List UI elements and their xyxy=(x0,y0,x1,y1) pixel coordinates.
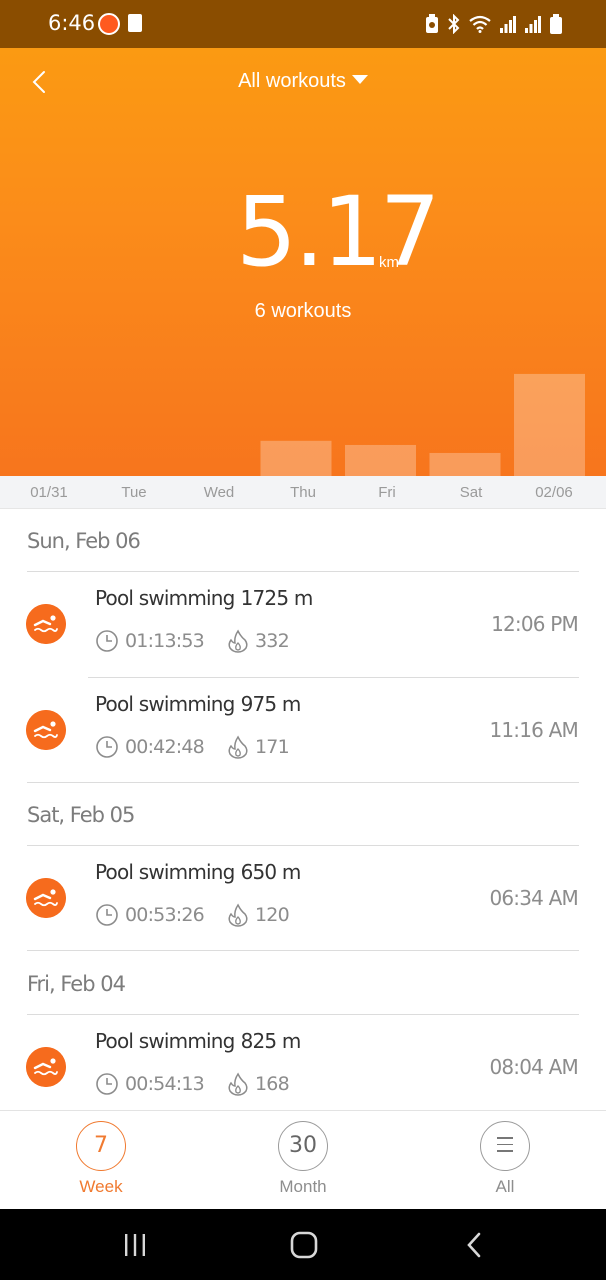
date-header: Fri, Feb 04 xyxy=(27,972,126,996)
swimming-icon xyxy=(26,878,66,918)
clock-icon xyxy=(96,630,118,652)
workout-list[interactable]: Sun, Feb 06 Pool swimming 1725 m 01:13:53… xyxy=(0,509,606,1110)
all-badge xyxy=(480,1121,530,1171)
app-notification-icon xyxy=(98,13,120,35)
day-label: Wed xyxy=(203,484,235,501)
battery-icon xyxy=(550,14,562,34)
workout-calories: 171 xyxy=(227,734,290,760)
total-distance-value: 5.17 xyxy=(236,176,441,288)
divider xyxy=(27,950,579,951)
day-label: 02/06 xyxy=(535,484,573,501)
workout-distance: 1725 m xyxy=(240,586,314,610)
workout-calories: 120 xyxy=(227,902,290,928)
workout-type: Pool swimming xyxy=(95,692,235,716)
caret-down-icon xyxy=(351,75,368,85)
chart-bar-Sat xyxy=(429,452,501,476)
workout-duration: 01:13:53 xyxy=(95,628,205,654)
week-badge: 7 xyxy=(76,1121,126,1171)
filter-label: All workouts xyxy=(238,70,346,92)
workout-type: Pool swimming xyxy=(95,586,235,610)
status-bar: 6:46 xyxy=(0,0,606,48)
workout-distance: 650 m xyxy=(240,860,302,884)
workout-count: 6 workouts xyxy=(254,300,352,322)
month-badge: 30 xyxy=(278,1121,328,1171)
signal-icon xyxy=(525,16,541,33)
workout-row[interactable]: Pool swimming 975 m 00:42:48 171 11:16 AM xyxy=(0,678,606,783)
workout-type: Pool swimming xyxy=(95,1029,235,1053)
workout-title: Pool swimming 1725 m xyxy=(95,586,313,610)
date-header: Sat, Feb 05 xyxy=(27,803,135,827)
workout-time: 06:34 AM xyxy=(489,886,578,910)
workout-title: Pool swimming 975 m xyxy=(95,692,301,716)
workout-calories: 168 xyxy=(227,1071,290,1097)
calories-value: 120 xyxy=(255,904,290,926)
day-axis: 01/31 Tue Wed Thu Fri Sat 02/06 xyxy=(0,476,606,509)
workout-filter-dropdown[interactable]: All workouts xyxy=(0,70,606,93)
workout-time: 12:06 PM xyxy=(491,612,579,636)
day-label: Thu xyxy=(290,484,316,501)
workout-time: 08:04 AM xyxy=(489,1055,578,1079)
chart-bar-02/06 xyxy=(514,373,585,476)
workout-time: 11:16 AM xyxy=(489,718,578,742)
calories-value: 332 xyxy=(255,630,290,652)
workout-duration: 00:54:13 xyxy=(95,1071,205,1097)
workout-distance: 825 m xyxy=(240,1029,302,1053)
workout-distance: 975 m xyxy=(240,692,302,716)
distance-unit: km xyxy=(379,254,399,271)
duration-value: 00:42:48 xyxy=(125,736,205,758)
clock-icon xyxy=(96,904,118,926)
tab-label: Month xyxy=(279,1177,327,1196)
clock-icon xyxy=(96,736,118,758)
chart-bar-Thu xyxy=(260,440,332,476)
day-label: Sat xyxy=(459,484,483,501)
tab-all[interactable]: All xyxy=(445,1121,565,1197)
workout-title: Pool swimming 650 m xyxy=(95,860,301,884)
status-icons xyxy=(425,12,562,36)
system-navigation-bar xyxy=(0,1209,606,1280)
period-tab-bar: 7 Week 30 Month All xyxy=(0,1110,606,1209)
tab-month[interactable]: 30 Month xyxy=(243,1121,363,1197)
divider xyxy=(27,782,579,783)
recent-apps-icon[interactable] xyxy=(121,1231,149,1259)
swimming-icon xyxy=(26,710,66,750)
tab-label: All xyxy=(495,1177,515,1196)
tab-week[interactable]: 7 Week xyxy=(41,1121,161,1197)
signal-icon xyxy=(500,16,516,33)
flame-icon xyxy=(228,735,248,759)
flame-icon xyxy=(228,629,248,653)
sd-card-icon xyxy=(128,14,142,32)
workout-row[interactable]: Pool swimming 650 m 00:53:26 120 06:34 AM xyxy=(0,846,606,951)
calories-value: 168 xyxy=(255,1073,290,1095)
workout-duration: 00:53:26 xyxy=(95,902,205,928)
duration-value: 00:53:26 xyxy=(125,904,205,926)
duration-value: 01:13:53 xyxy=(125,630,205,652)
clock-icon xyxy=(96,1073,118,1095)
summary-header: All workouts 5.17 km 6 workouts xyxy=(0,48,606,476)
workout-type: Pool swimming xyxy=(95,860,235,884)
bluetooth-icon xyxy=(448,14,460,34)
flame-icon xyxy=(228,1072,248,1096)
swimming-icon xyxy=(26,1047,66,1087)
day-label: 01/31 xyxy=(30,484,68,501)
day-label: Fri xyxy=(378,484,396,501)
back-nav-icon[interactable] xyxy=(463,1231,487,1259)
status-time: 6:46 xyxy=(48,11,96,35)
wifi-icon xyxy=(469,15,491,33)
menu-icon xyxy=(497,1137,513,1152)
home-icon[interactable] xyxy=(289,1231,319,1259)
duration-value: 00:54:13 xyxy=(125,1073,205,1095)
tab-label: Week xyxy=(79,1177,123,1196)
calories-value: 171 xyxy=(255,736,290,758)
chart-bar-Fri xyxy=(345,444,416,476)
flame-icon xyxy=(228,903,248,927)
workout-duration: 00:42:48 xyxy=(95,734,205,760)
workout-calories: 332 xyxy=(227,628,290,654)
workout-row[interactable]: Pool swimming 1725 m 01:13:53 332 12:06 P… xyxy=(0,572,606,677)
date-header: Sun, Feb 06 xyxy=(27,529,141,553)
workout-title: Pool swimming 825 m xyxy=(95,1029,301,1053)
workout-row[interactable]: Pool swimming 825 m 00:54:13 168 08:04 AM xyxy=(0,1015,606,1110)
swimming-icon xyxy=(26,604,66,644)
battery-saver-icon xyxy=(426,14,438,33)
day-label: Tue xyxy=(121,484,147,501)
